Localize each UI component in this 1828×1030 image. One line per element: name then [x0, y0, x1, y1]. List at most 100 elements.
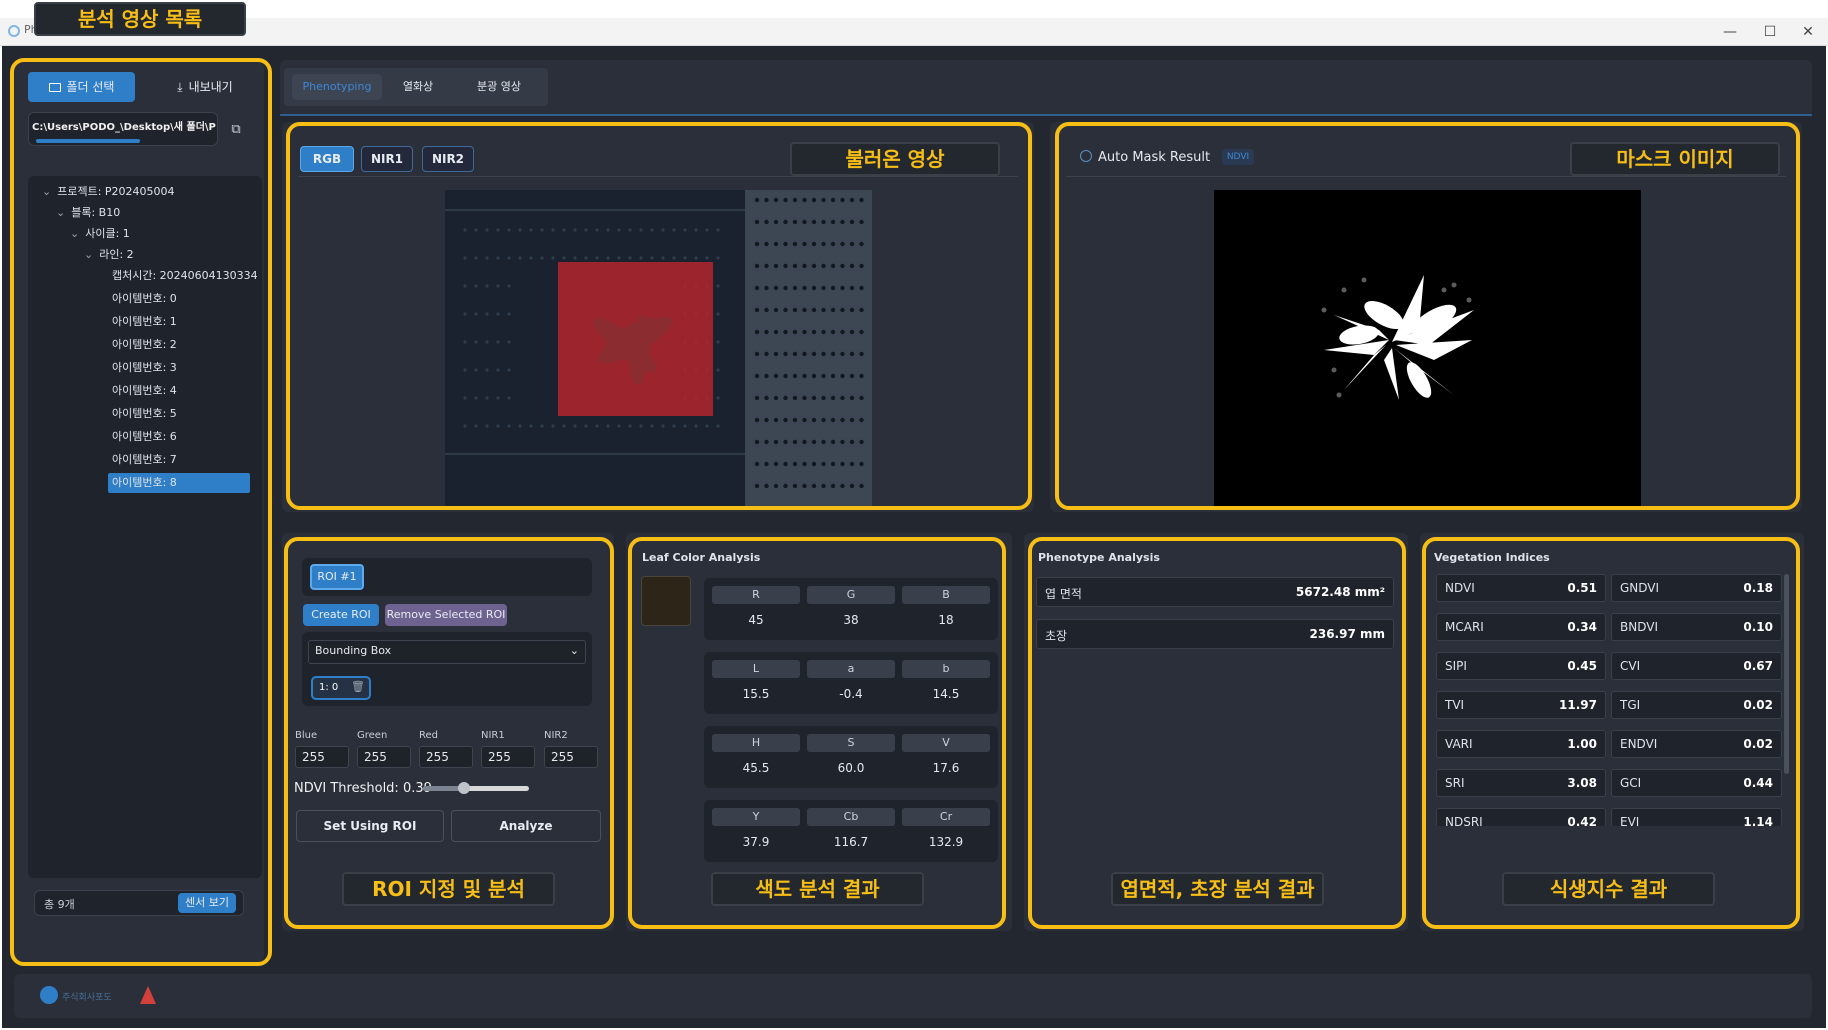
- tree-toggle-icon[interactable]: ⌄: [70, 227, 79, 240]
- tree-item[interactable]: 아이템번호: 3: [98, 358, 177, 378]
- tray-hole: [716, 368, 720, 372]
- callout-color: 색도 분석 결과: [711, 872, 924, 906]
- tree-item[interactable]: ⌄ 프로젝트: P202405004: [42, 182, 175, 202]
- trash-icon[interactable]: 🗑: [351, 680, 365, 693]
- color-channel-label: R: [712, 586, 800, 604]
- tree-item[interactable]: 아이템번호: 8: [98, 473, 177, 493]
- tree-toggle-icon[interactable]: ⌄: [42, 185, 51, 198]
- tray-hole: [840, 483, 845, 489]
- tree-item[interactable]: 아이템번호: 7: [98, 450, 177, 470]
- vegetation-scrollbar[interactable]: [1784, 574, 1789, 774]
- channel-button-nir2[interactable]: NIR2: [422, 146, 474, 172]
- channel-button-nir1[interactable]: NIR1: [361, 146, 413, 172]
- tray-hole: [529, 228, 533, 232]
- tray-hole: [830, 351, 836, 357]
- tray-hole: [783, 351, 788, 357]
- tray-hole: [754, 241, 760, 247]
- roi-field-input[interactable]: 255: [481, 746, 535, 768]
- copy-path-button[interactable]: ⧉: [222, 116, 250, 144]
- tray-hole: [764, 285, 769, 291]
- tray-hole: [573, 256, 577, 260]
- tray-hole: [463, 396, 467, 400]
- vegetation-index-value: 3.08: [1567, 776, 1597, 790]
- tree-item[interactable]: 아이템번호: 0: [98, 289, 177, 309]
- tray-hole: [628, 424, 632, 428]
- close-button[interactable]: ✕: [1790, 18, 1826, 46]
- tray-hole: [840, 373, 845, 379]
- tray-hole: [859, 197, 864, 203]
- tray-hole: [496, 312, 500, 316]
- tray-hole: [485, 368, 489, 372]
- tray-hole: [849, 197, 855, 203]
- color-channel-value: 45.5: [742, 761, 770, 775]
- roi-field-input[interactable]: 255: [419, 746, 473, 768]
- export-button[interactable]: ⤓ 내보내기: [150, 72, 260, 102]
- tab-0[interactable]: Phenotyping: [292, 74, 382, 100]
- color-channel-label: B: [902, 586, 990, 604]
- auto-mask-label: Auto Mask Result: [1098, 150, 1211, 165]
- tray-hole: [792, 197, 798, 203]
- tray-hole: [821, 461, 826, 467]
- folder-select-button[interactable]: 폴더 선택: [28, 72, 135, 102]
- tree-item[interactable]: 아이템번호: 5: [98, 404, 177, 424]
- tray-hole: [773, 329, 779, 335]
- tray-hole: [811, 329, 817, 335]
- tray-hole: [792, 373, 798, 379]
- tray-hole: [802, 329, 807, 335]
- vegetation-row: NDSRI 0.42: [1436, 808, 1606, 826]
- roi-field-input[interactable]: 255: [357, 746, 411, 768]
- tray-hole: [485, 256, 489, 260]
- tray-hole: [661, 228, 665, 232]
- channel-button-rgb[interactable]: RGB: [300, 146, 354, 172]
- remove-roi-button[interactable]: Remove Selected ROI: [385, 604, 507, 626]
- analyze-button[interactable]: Analyze: [451, 810, 601, 842]
- tab-1[interactable]: 열화상: [390, 74, 446, 100]
- tab-divider: [280, 114, 1812, 116]
- ndvi-badge[interactable]: NDVI: [1222, 149, 1254, 165]
- tree-item[interactable]: 아이템번호: 2: [98, 335, 177, 355]
- tree-item-label: 아이템번호: 2: [112, 338, 177, 351]
- vegetation-row: VARI 1.00: [1436, 730, 1606, 758]
- tray-hole: [830, 241, 836, 247]
- tree-item[interactable]: 캡처시간: 20240604130334: [98, 266, 258, 286]
- roi-mode-select[interactable]: Bounding Box ⌄: [308, 640, 586, 664]
- callout-mask-image: 마스크 이미지: [1570, 142, 1780, 176]
- create-roi-button[interactable]: Create ROI: [303, 604, 379, 626]
- color-channel-value: 38: [843, 613, 859, 627]
- tree-toggle-icon[interactable]: ⌄: [56, 206, 65, 219]
- tree-item-label: 아이템번호: 0: [112, 292, 177, 305]
- maximize-button[interactable]: ☐: [1752, 18, 1788, 46]
- tree-item[interactable]: 아이템번호: 1: [98, 312, 177, 332]
- tree-item[interactable]: ⌄ 블록: B10: [56, 203, 120, 223]
- tree-item[interactable]: ⌄ 사이클: 1: [70, 224, 130, 244]
- set-using-roi-button[interactable]: Set Using ROI: [296, 810, 444, 842]
- tray-hole: [463, 424, 467, 428]
- tray-hole: [811, 461, 817, 467]
- roi-item-chip[interactable]: 1: 0 🗑: [311, 676, 371, 700]
- color-channel-label: a: [807, 660, 895, 678]
- tray-hole: [551, 424, 555, 428]
- roi-tag[interactable]: ROI #1: [310, 564, 364, 590]
- tray-hole: [783, 483, 788, 489]
- ndvi-threshold-slider[interactable]: [423, 782, 529, 794]
- minimize-button[interactable]: —: [1712, 18, 1748, 46]
- color-channel-label: G: [807, 586, 895, 604]
- tray-hole: [859, 241, 864, 247]
- tray-hole: [764, 461, 769, 467]
- sensor-view-button[interactable]: 센서 보기: [178, 893, 236, 913]
- tab-2[interactable]: 분광 영상: [460, 74, 538, 100]
- tree-item[interactable]: ⌄ 라인: 2: [84, 245, 134, 265]
- vegetation-index-name: GNDVI: [1620, 581, 1660, 595]
- tree-item[interactable]: 아이템번호: 4: [98, 381, 177, 401]
- tray-hole: [859, 483, 864, 489]
- tray-hole: [859, 307, 864, 313]
- plant-tray-image: [445, 190, 872, 506]
- tree-toggle-icon[interactable]: ⌄: [84, 248, 93, 261]
- auto-mask-radio[interactable]: [1080, 150, 1092, 162]
- path-scrollbar[interactable]: [36, 139, 140, 143]
- company-logo-text: 주식회사포도: [62, 993, 112, 1003]
- tree-item[interactable]: 아이템번호: 6: [98, 427, 177, 447]
- roi-field-input[interactable]: 255: [544, 746, 598, 768]
- color-channel-label: Cb: [807, 808, 895, 826]
- roi-field-input[interactable]: 255: [295, 746, 349, 768]
